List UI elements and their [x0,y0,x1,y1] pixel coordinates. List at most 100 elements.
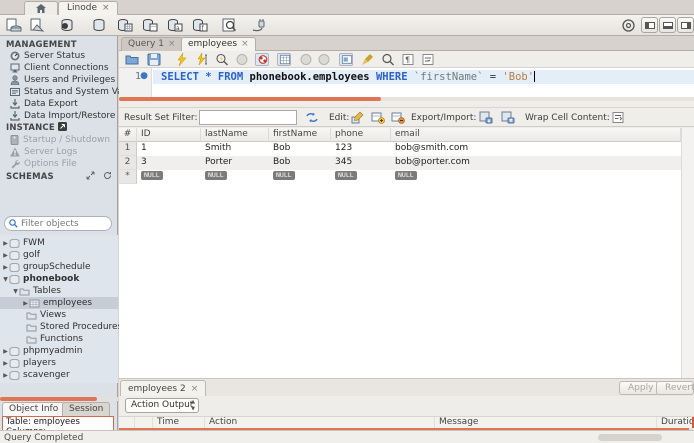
tab-query-1[interactable]: Query 1 × [121,37,183,51]
grid-cell-null[interactable]: NULL [269,170,331,184]
grid-cell[interactable]: 345 [331,156,391,170]
chevron-right-icon[interactable]: ▶ [2,360,9,367]
open-file-icon[interactable] [125,53,139,66]
grid-cell-null[interactable]: NULL [201,170,269,184]
grid-rownum[interactable]: 2 [119,156,137,170]
grid-cell-null[interactable]: NULL [331,170,391,184]
schema-filter[interactable] [4,216,112,231]
chevron-right-icon[interactable]: ▶ [22,300,29,307]
tab-employees[interactable]: employees × [181,37,256,51]
tree-item-table-employees[interactable]: ▶ employees [0,297,118,309]
close-icon[interactable]: × [191,384,199,394]
tree-item-schema-players[interactable]: ▶ players [0,357,118,369]
chevron-down-icon[interactable]: ▼ [2,276,9,283]
save-icon[interactable] [147,53,161,66]
sidebar-item-server-logs[interactable]: Server Logs [10,146,77,158]
close-icon[interactable]: × [168,39,176,49]
output-selector-dropdown[interactable]: Action Output ▲ ▼ [125,398,199,413]
grid-header-lastname[interactable]: lastName [201,128,269,142]
delete-row-icon[interactable] [391,111,405,124]
revert-button[interactable]: Revert [656,381,694,395]
explain-icon[interactable] [215,53,229,66]
grid-cell[interactable]: Bob [269,142,331,156]
create-function-icon[interactable]: ƒ [192,18,208,33]
sql-code-line[interactable]: SELECT * FROM phonebook.employees WHERE … [153,70,694,84]
grid-header-phone[interactable]: phone [331,128,391,142]
toggle-left-panel-button[interactable] [641,17,658,33]
refresh-results-icon[interactable] [305,111,319,124]
chevron-right-icon[interactable]: ▶ [2,348,9,355]
tab-object-info[interactable]: Object Info [2,402,66,416]
home-tab[interactable] [24,1,58,15]
sidebar-item-data-export[interactable]: Data Export [10,98,78,110]
search-data-icon[interactable] [222,18,238,33]
grid-cell[interactable]: 123 [331,142,391,156]
sidebar-item-client-connections[interactable]: Client Connections [10,62,109,74]
chevron-down-icon[interactable]: ▼ [12,288,19,295]
new-query-tab-icon[interactable] [6,18,22,33]
db-inspector-icon[interactable] [60,18,76,33]
connection-tab[interactable]: Linode × [58,1,118,15]
create-view-icon[interactable] [142,18,158,33]
grid-rownum[interactable]: 1 [119,142,137,156]
tree-item-tables-folder[interactable]: ▼ Tables [0,285,118,297]
grid-cell-null[interactable]: NULL [391,170,681,184]
tree-item-schema-scavenger[interactable]: ▶ scavenger [0,369,118,381]
chevron-right-icon[interactable]: ▶ [2,240,9,247]
sidebar-item-startup-shutdown[interactable]: Startup / Shutdown [10,134,110,146]
create-procedure-icon[interactable]: a [167,18,183,33]
grid-newrow-marker[interactable]: * [119,170,137,184]
sidebar-item-options-file[interactable]: Options File [10,158,77,170]
grid-cell[interactable]: 3 [137,156,201,170]
chevron-right-icon[interactable]: ▶ [2,264,9,271]
tree-item-functions-folder[interactable]: Functions [0,333,118,345]
grid-header-email[interactable]: email [391,128,681,142]
invisible-chars-icon[interactable]: ¶ [401,53,415,66]
grid-header-rownum[interactable]: # [119,128,137,142]
grid-cell-null[interactable]: NULL [137,170,201,184]
grid-cell[interactable]: Bob [269,156,331,170]
close-icon[interactable]: × [102,3,110,13]
grid-cell[interactable]: Smith [201,142,269,156]
toggle-autocommit-button[interactable] [339,53,353,66]
tab-session[interactable]: Session [62,402,111,416]
toggle-bottom-panel-button[interactable] [659,17,676,33]
toggle-stop-on-error-button[interactable] [255,53,269,66]
grid-cell[interactable]: 1 [137,142,201,156]
result-grid[interactable]: # ID lastName firstName phone email 1 1 … [119,128,694,378]
tree-item-schema-phpmyadmin[interactable]: ▶ phpmyadmin [0,345,118,357]
wrap-cell-content-icon[interactable] [611,111,625,124]
grid-vscrollbar[interactable] [681,128,694,378]
spinner-arrows-icon[interactable]: ▲ ▼ [191,399,195,413]
grid-cell[interactable]: bob@smith.com [391,142,681,156]
wrap-lines-icon[interactable] [421,53,435,66]
clean-sql-icon[interactable] [361,53,375,66]
editor-hscrollbar[interactable] [119,97,694,101]
open-script-icon[interactable] [30,18,46,33]
tree-item-schema-golf[interactable]: ▶ golf [0,249,118,261]
chevron-right-icon[interactable]: ▶ [2,252,9,259]
schema-filter-input[interactable] [21,218,101,229]
sidebar-item-data-import[interactable]: Data Import/Restore [10,110,115,122]
tree-item-stored-procedures-folder[interactable]: Stored Procedures [0,321,122,333]
toggle-right-panel-button[interactable] [677,17,694,33]
tree-item-schema-groupschedule[interactable]: ▶ groupSchedule [0,261,118,273]
sidebar-item-users-privileges[interactable]: Users and Privileges [10,74,115,86]
close-icon[interactable]: × [241,39,249,49]
apply-button[interactable]: Apply [619,381,659,395]
export-results-icon[interactable] [479,111,493,124]
execute-current-icon[interactable] [195,53,209,66]
grid-cell[interactable]: Porter [201,156,269,170]
tree-item-schema-phonebook[interactable]: ▼ phonebook [0,273,118,285]
create-table-icon[interactable] [117,18,133,33]
create-schema-icon[interactable] [92,18,108,33]
sidebar-item-server-status[interactable]: Server Status [10,50,85,62]
refresh-schemas-icon[interactable] [103,171,112,180]
tab-employees-2[interactable]: employees 2 × [120,380,207,397]
bottom-scrollbar-thumb[interactable] [598,434,662,441]
grid-header-firstname[interactable]: firstName [269,128,331,142]
editor-hscrollbar-thumb[interactable] [119,97,381,101]
limit-rows-button[interactable] [277,53,291,66]
grid-header-id[interactable]: ID [137,128,201,142]
find-icon[interactable] [381,53,395,66]
